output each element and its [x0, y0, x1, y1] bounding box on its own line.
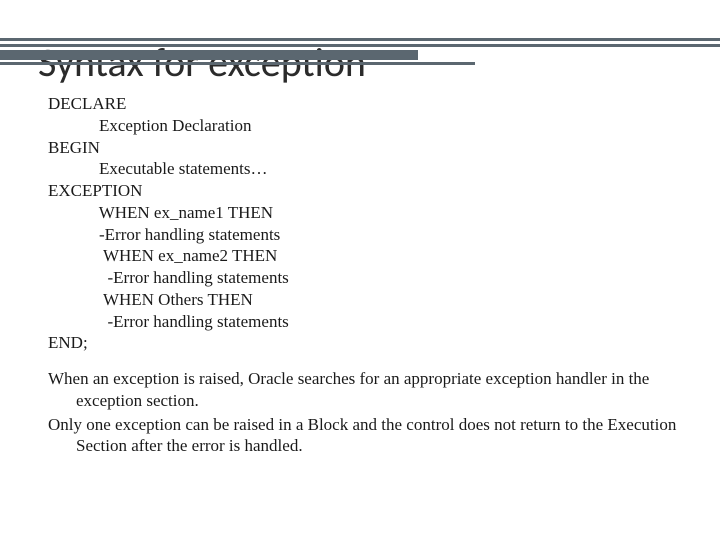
code-block: DECLARE Exception Declaration BEGIN Exec… [48, 93, 680, 354]
code-line: WHEN ex_name2 THEN [48, 246, 277, 265]
slide-body: DECLARE Exception Declaration BEGIN Exec… [48, 93, 680, 457]
code-line: EXCEPTION [48, 181, 142, 200]
explanation-paragraph: When an exception is raised, Oracle sear… [48, 368, 680, 412]
code-line: Executable statements… [48, 159, 268, 178]
code-line: -Error handling statements [48, 268, 289, 287]
code-line: -Error handling statements [48, 225, 280, 244]
explanation-paragraph: Only one exception can be raised in a Bl… [48, 414, 680, 458]
code-line: WHEN Others THEN [48, 290, 253, 309]
code-line: -Error handling statements [48, 312, 289, 331]
explanation: When an exception is raised, Oracle sear… [48, 368, 680, 457]
code-line: Exception Declaration [48, 116, 251, 135]
code-line: WHEN ex_name1 THEN [48, 203, 273, 222]
decorative-stripes [0, 38, 720, 65]
code-line: DECLARE [48, 94, 126, 113]
slide: Syntax for exception DECLARE Exception D… [0, 38, 720, 540]
code-line: END; [48, 333, 88, 352]
code-line: BEGIN [48, 138, 100, 157]
